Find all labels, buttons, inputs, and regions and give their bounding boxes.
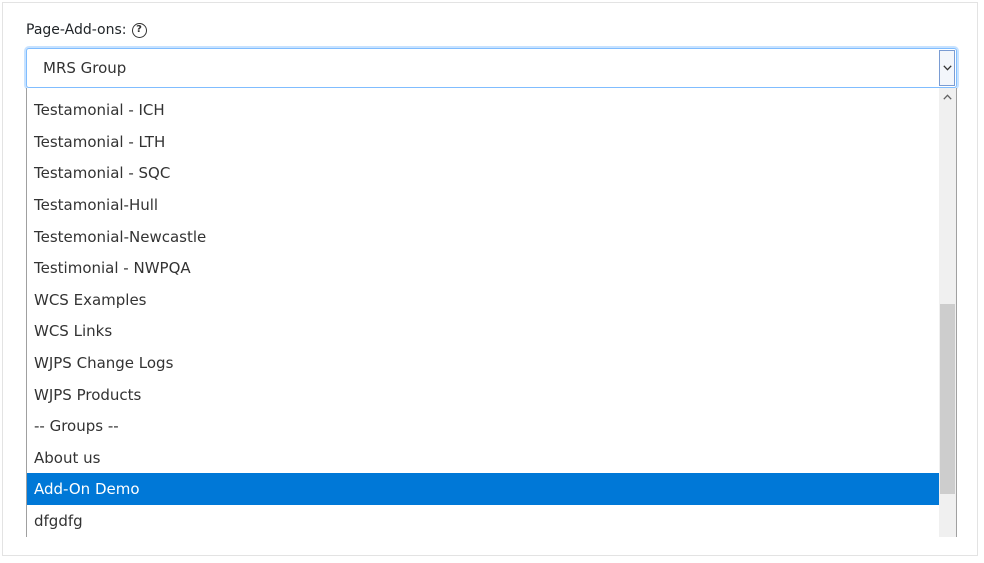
- scrollbar-thumb[interactable]: [940, 304, 955, 494]
- chevron-down-icon[interactable]: [939, 50, 955, 86]
- dropdown-option[interactable]: About us: [27, 442, 939, 474]
- dropdown-option[interactable]: Testamonial-Hull: [27, 189, 939, 221]
- chevron-up-icon[interactable]: [939, 88, 956, 105]
- dropdown-scrollbar[interactable]: [939, 88, 956, 537]
- dropdown-option[interactable]: Testimonial - NWPQA: [27, 252, 939, 284]
- dropdown-option-group-header[interactable]: -- Groups --: [27, 410, 939, 442]
- select-current-value: MRS Group: [43, 59, 127, 77]
- dropdown-list[interactable]: Testamonial - ICH Testamonial - LTH Test…: [26, 88, 957, 537]
- dropdown-option[interactable]: Testamonial - SQC: [27, 157, 939, 189]
- dropdown-option-selected[interactable]: Add-On Demo: [27, 473, 939, 505]
- page-addons-label-text: Page-Add-ons:: [26, 22, 127, 38]
- dropdown-option[interactable]: WCS Links: [27, 315, 939, 347]
- dropdown-option[interactable]: dfgdfg: [27, 505, 939, 537]
- dropdown-option[interactable]: Testamonial - ICH: [27, 94, 939, 126]
- dropdown-option[interactable]: WJPS Products: [27, 379, 939, 411]
- dropdown-option[interactable]: WJPS Change Logs: [27, 347, 939, 379]
- dropdown-option[interactable]: Testamonial - LTH: [27, 126, 939, 158]
- page-addons-label: Page-Add-ons: ?: [26, 20, 147, 40]
- question-circle-icon[interactable]: ?: [131, 22, 147, 38]
- dropdown-option[interactable]: Testemonial-Newcastle: [27, 221, 939, 253]
- dropdown-option[interactable]: WCS Examples: [27, 284, 939, 316]
- page-addons-select[interactable]: MRS Group: [26, 48, 957, 88]
